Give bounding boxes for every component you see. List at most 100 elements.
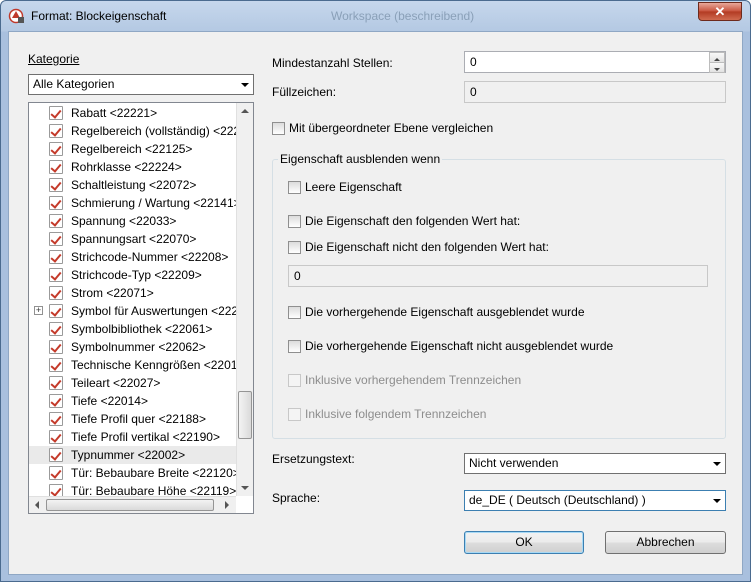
list-item[interactable]: + Symbol für Auswertungen <222 bbox=[29, 302, 239, 320]
checked-property-icon bbox=[49, 412, 63, 426]
checked-property-icon bbox=[49, 430, 63, 444]
has-value-checkbox[interactable] bbox=[288, 215, 301, 228]
close-button[interactable]: ✕ bbox=[698, 2, 742, 21]
arrow-down-icon bbox=[241, 486, 249, 490]
prev-not-hidden-checkbox[interactable] bbox=[288, 340, 301, 353]
replacement-label: Ersetzungstext: bbox=[272, 452, 355, 466]
category-list[interactable]: Rabatt <22221> Regelbereich (vollständig)… bbox=[28, 102, 254, 514]
vertical-scrollbar[interactable] bbox=[236, 103, 253, 496]
category-select-value: Alle Kategorien bbox=[33, 77, 115, 91]
list-item-label: Symbolbibliothek <22061> bbox=[71, 322, 213, 336]
list-item[interactable]: Strom <22071> bbox=[29, 284, 239, 302]
list-item-label: Tiefe <22014> bbox=[71, 394, 148, 408]
chevron-down-icon[interactable] bbox=[708, 454, 725, 473]
incl-prev-separator-checkbox[interactable] bbox=[288, 374, 301, 387]
list-item[interactable]: Teileart <22027> bbox=[29, 374, 239, 392]
min-digits-value: 0 bbox=[470, 55, 477, 69]
spin-down-button[interactable] bbox=[709, 62, 725, 73]
language-value: de_DE ( Deutsch (Deutschland) ) bbox=[469, 493, 646, 507]
list-item[interactable]: Tiefe <22014> bbox=[29, 392, 239, 410]
list-item[interactable]: Schaltleistung <22072> bbox=[29, 176, 239, 194]
incl-next-separator-label: Inklusive folgendem Trennzeichen bbox=[305, 407, 487, 421]
arrow-right-icon[interactable] bbox=[219, 497, 235, 514]
hide-when-group-title: Eigenschaft ausblenden wenn bbox=[278, 152, 443, 166]
caret-down-icon bbox=[714, 68, 720, 71]
chevron-down-icon[interactable] bbox=[708, 491, 725, 510]
hide-value-input[interactable]: 0 bbox=[288, 265, 708, 287]
list-item[interactable]: Symbolnummer <22062> bbox=[29, 338, 239, 356]
list-item-label: Regelbereich <22125> bbox=[71, 142, 193, 156]
list-item-label: Teileart <22027> bbox=[71, 376, 161, 390]
ok-button-label: OK bbox=[515, 535, 533, 549]
checked-property-icon bbox=[49, 322, 63, 336]
list-item[interactable]: Tiefe Profil quer <22188> bbox=[29, 410, 239, 428]
checked-property-icon bbox=[49, 106, 63, 120]
checked-property-icon bbox=[49, 232, 63, 246]
prev-not-hidden-label[interactable]: Die vorhergehende Eigenschaft nicht ausg… bbox=[305, 339, 613, 353]
hide-value-text: 0 bbox=[294, 269, 301, 283]
language-label: Sprache: bbox=[272, 491, 321, 505]
list-item[interactable]: Spannung <22033> bbox=[29, 212, 239, 230]
scroll-up-button[interactable] bbox=[237, 103, 253, 120]
category-select[interactable]: Alle Kategorien bbox=[28, 74, 254, 95]
min-digits-input[interactable]: 0 bbox=[464, 51, 726, 73]
list-item[interactable]: Strichcode-Nummer <22208> bbox=[29, 248, 239, 266]
list-item-label: Rabatt <22221> bbox=[71, 106, 158, 120]
prev-hidden-label[interactable]: Die vorhergehende Eigenschaft ausgeblend… bbox=[305, 305, 585, 319]
list-item[interactable]: Tür: Bebaubare Breite <22120> bbox=[29, 464, 240, 482]
app-logo-icon bbox=[8, 8, 24, 24]
list-item[interactable]: Typnummer <22002> bbox=[29, 446, 239, 464]
fill-char-input[interactable]: 0 bbox=[464, 81, 726, 103]
list-item[interactable]: Regelbereich <22125> bbox=[29, 140, 239, 158]
not-value-checkbox[interactable] bbox=[288, 241, 301, 254]
checked-property-icon bbox=[49, 376, 63, 390]
replacement-value: Nicht verwenden bbox=[469, 456, 559, 470]
not-value-label[interactable]: Die Eigenschaft nicht den folgenden Wert… bbox=[305, 240, 549, 254]
min-digits-label: Mindestanzahl Stellen: bbox=[272, 56, 393, 70]
list-item-label: Strichcode-Typ <22209> bbox=[71, 268, 202, 282]
list-item[interactable]: Regelbereich (vollständig) <2222 bbox=[29, 122, 247, 140]
checked-property-icon bbox=[49, 358, 63, 372]
ok-button[interactable]: OK bbox=[464, 531, 584, 554]
cancel-button[interactable]: Abbrechen bbox=[605, 531, 726, 554]
list-item[interactable]: Tiefe Profil vertikal <22190> bbox=[29, 428, 239, 446]
scroll-thumb[interactable] bbox=[238, 391, 252, 439]
arrow-left-icon[interactable] bbox=[29, 497, 45, 514]
horizontal-scroll-thumb[interactable] bbox=[46, 499, 214, 511]
prev-hidden-checkbox[interactable] bbox=[288, 306, 301, 319]
list-item[interactable]: Strichcode-Typ <22209> bbox=[29, 266, 239, 284]
title-bar[interactable]: Format: Blockeigenschaft Workspace (besc… bbox=[1, 1, 750, 31]
scroll-down-button[interactable] bbox=[237, 479, 253, 496]
list-item-label: Strichcode-Nummer <22208> bbox=[71, 250, 229, 264]
language-select[interactable]: de_DE ( Deutsch (Deutschland) ) bbox=[464, 490, 726, 511]
expand-plus-icon[interactable]: + bbox=[34, 306, 43, 315]
list-item[interactable]: Rohrklasse <22224> bbox=[29, 158, 239, 176]
list-item-label: Spannungsart <22070> bbox=[71, 232, 197, 246]
compare-parent-label[interactable]: Mit übergeordneter Ebene vergleichen bbox=[289, 121, 493, 135]
list-item-label: Strom <22071> bbox=[71, 286, 154, 300]
dialog-window: Format: Blockeigenschaft Workspace (besc… bbox=[0, 0, 751, 582]
list-item-label: Symbolnummer <22062> bbox=[71, 340, 206, 354]
list-item[interactable]: Symbolbibliothek <22061> bbox=[29, 320, 239, 338]
has-value-label[interactable]: Die Eigenschaft den folgenden Wert hat: bbox=[305, 214, 520, 228]
list-item-label: Spannung <22033> bbox=[71, 214, 177, 228]
replacement-select[interactable]: Nicht verwenden bbox=[464, 453, 726, 474]
category-label-text: Kategorie bbox=[28, 52, 80, 66]
dialog-client-area: Kategorie Alle Kategorien Rabatt <22221>… bbox=[8, 31, 743, 575]
list-item[interactable]: Technische Kenngrößen <22017 bbox=[29, 356, 244, 374]
incl-prev-separator-label: Inklusive vorhergehendem Trennzeichen bbox=[305, 373, 522, 387]
incl-next-separator-checkbox[interactable] bbox=[288, 408, 301, 421]
checked-property-icon bbox=[49, 250, 63, 264]
horizontal-scrollbar[interactable] bbox=[29, 496, 236, 513]
arrow-up-icon bbox=[241, 109, 249, 113]
background-window-title: Workspace (beschreibend) bbox=[331, 9, 475, 23]
compare-parent-checkbox[interactable] bbox=[272, 122, 285, 135]
empty-property-checkbox[interactable] bbox=[288, 181, 301, 194]
checked-property-icon bbox=[49, 178, 63, 192]
list-item[interactable]: Rabatt <22221> bbox=[29, 104, 239, 122]
empty-property-label[interactable]: Leere Eigenschaft bbox=[305, 180, 402, 194]
list-item[interactable]: Spannungsart <22070> bbox=[29, 230, 239, 248]
chevron-down-icon[interactable] bbox=[236, 75, 253, 94]
checked-property-icon bbox=[49, 124, 63, 138]
list-item[interactable]: Schmierung / Wartung <22141> bbox=[29, 194, 241, 212]
